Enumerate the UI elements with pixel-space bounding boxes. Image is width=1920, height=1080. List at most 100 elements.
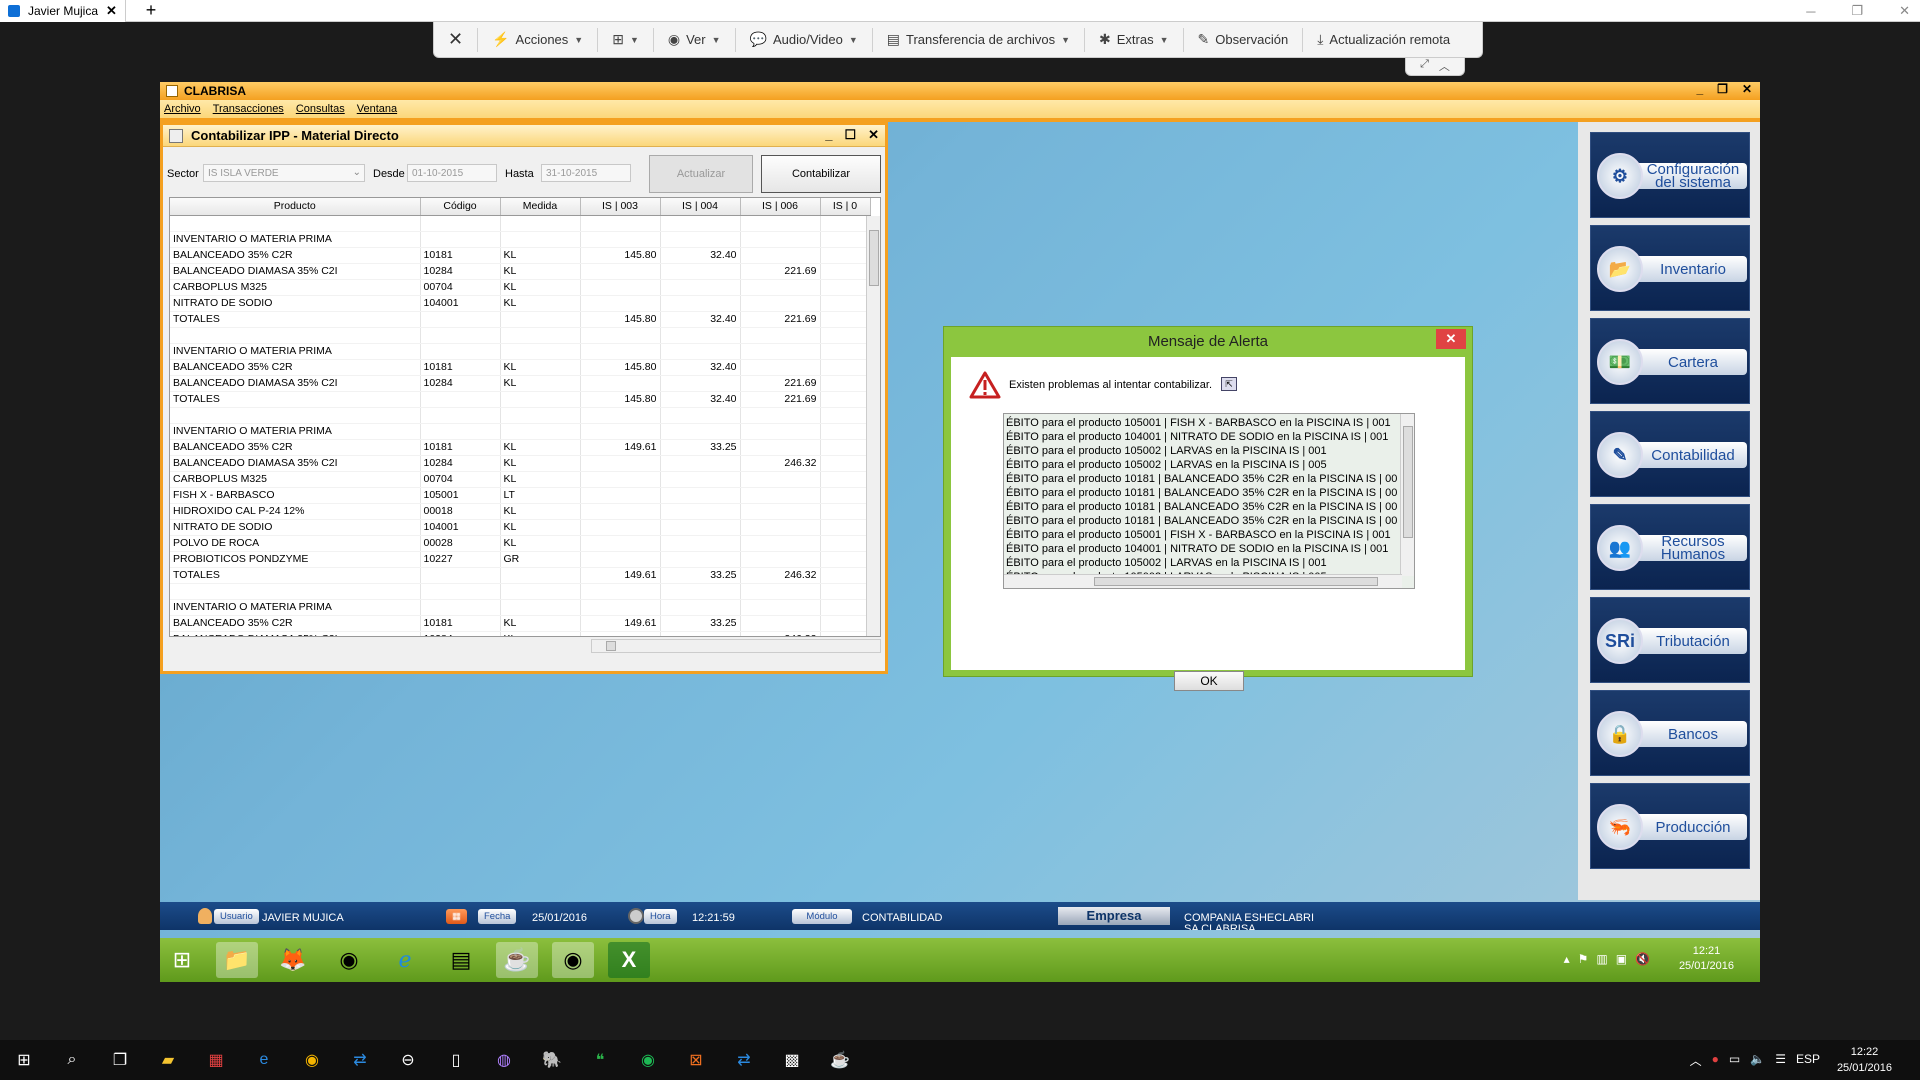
game-icon[interactable]: ▩ — [778, 1046, 806, 1074]
toolbar-item-extras[interactable]: ✱ Extras ▼ — [1085, 27, 1184, 52]
menu-item-ventana[interactable]: Ventana — [357, 103, 397, 115]
table-row[interactable]: FISH X - BARBASCO 105001 LT — [170, 487, 871, 504]
desde-field[interactable]: 01-10-2015 — [407, 164, 497, 182]
table-row[interactable]: BALANCEADO 35% C2R 10181 KL 145.80 32.40 — [170, 247, 871, 264]
module-config[interactable]: Configuración del sistema ⚙ — [1590, 132, 1750, 218]
horizontal-scrollbar[interactable] — [1004, 574, 1402, 588]
close-icon[interactable]: ✕ — [1899, 3, 1910, 19]
table-row[interactable]: TOTALES 149.61 33.25 246.32 — [170, 567, 871, 584]
error-log[interactable]: ÉBITO para el producto 105001 | FISH X -… — [1003, 413, 1415, 589]
tray-expand-icon[interactable]: ︿ — [1690, 1052, 1702, 1069]
sector-select[interactable]: IS ISLA VERDE ⌄ — [203, 164, 365, 182]
collapse-toolbar-icon[interactable]: ︿ — [1439, 58, 1450, 75]
vertical-scrollbar[interactable] — [1400, 414, 1414, 576]
menu-item-archivo[interactable]: Archivo — [164, 103, 201, 115]
start-button[interactable]: ⊞ — [162, 942, 202, 978]
close-icon[interactable]: ✕ — [1436, 329, 1466, 349]
actualizar-button[interactable]: Actualizar — [649, 155, 753, 193]
menu-item-consultas[interactable]: Consultas — [296, 103, 345, 115]
app-icon[interactable]: ◍ — [490, 1046, 518, 1074]
table-row[interactable]: CARBOPLUS M325 00704 KL — [170, 279, 871, 296]
notifications-icon[interactable]: ☰ — [1775, 1052, 1786, 1069]
hasta-field[interactable]: 31-10-2015 — [541, 164, 631, 182]
table-row[interactable]: BALANCEADO DIAMASA 35% C2I10284KL 246.32 — [170, 455, 871, 472]
table-row[interactable]: INVENTARIO O MATERIA PRIMA — [170, 599, 871, 616]
menu-item-transacciones[interactable]: Transacciones — [213, 103, 284, 115]
column-header[interactable]: Código — [420, 198, 501, 216]
toolbar-item-observaci-n[interactable]: ✎ Observación — [1184, 27, 1304, 52]
scroll-thumb[interactable] — [869, 230, 879, 286]
table-row[interactable]: INVENTARIO O MATERIA PRIMA — [170, 423, 871, 440]
chrome-icon[interactable]: ◉ — [298, 1046, 326, 1074]
tray-expand-icon[interactable]: ▴ — [1564, 952, 1570, 966]
module-money[interactable]: Cartera 💵 — [1590, 318, 1750, 404]
hangouts-icon[interactable]: ❝ — [586, 1046, 614, 1074]
edge-icon[interactable]: e — [250, 1046, 278, 1074]
table-row[interactable]: INVENTARIO O MATERIA PRIMA — [170, 343, 871, 360]
java-icon[interactable]: ☕ — [496, 942, 538, 978]
teamviewer-icon[interactable]: ⇄ — [730, 1046, 758, 1074]
table-row[interactable]: TOTALES 145.80 32.40 221.69 — [170, 391, 871, 408]
app-icon[interactable]: ⊖ — [394, 1046, 422, 1074]
network-icon[interactable]: ▥ — [1596, 952, 1607, 966]
column-header[interactable]: IS | 003 — [580, 198, 661, 216]
table-row[interactable]: NITRATO DE SODIO 104001 KL — [170, 519, 871, 536]
chrome-icon[interactable]: ◉ — [552, 942, 594, 978]
maximize-icon[interactable]: ☐ — [844, 127, 856, 143]
table-row[interactable]: BALANCEADO DIAMASA 35% C2I10284KL 246.32 — [170, 631, 871, 636]
table-row[interactable]: POLVO DE ROCA 00028 KL — [170, 535, 871, 552]
column-header[interactable]: Medida — [500, 198, 581, 216]
winrar-icon[interactable]: ▤ — [440, 942, 482, 978]
volume-mute-icon[interactable]: 🔇 — [1635, 952, 1650, 966]
file-explorer-icon[interactable]: 📁 — [216, 942, 258, 978]
firefox-icon[interactable]: 🦊 — [272, 942, 314, 978]
document-icon[interactable]: ▯ — [442, 1046, 470, 1074]
table-row[interactable]: PROBIOTICOS PONDZYME 10227 GR — [170, 551, 871, 568]
scroll-thumb[interactable] — [1094, 577, 1378, 586]
toolbar-item-ver[interactable]: ◉ Ver ▼ — [654, 27, 736, 52]
language-indicator[interactable]: ESP — [1796, 1052, 1820, 1069]
table-row[interactable] — [170, 327, 871, 344]
task-view-icon[interactable]: ❐ — [106, 1046, 134, 1074]
column-header[interactable]: IS | 006 — [740, 198, 821, 216]
module-ledger[interactable]: Contabilidad ✎ — [1590, 411, 1750, 497]
copy-icon[interactable]: ⇱ — [1221, 377, 1237, 391]
table-row[interactable]: BALANCEADO DIAMASA 35% C2I 10284 KL 221.69 — [170, 375, 871, 392]
start-button[interactable]: ⊞ — [10, 1046, 38, 1074]
close-icon[interactable]: ✕ — [1742, 82, 1752, 96]
new-tab-icon[interactable]: + — [140, 0, 162, 22]
vertical-scrollbar[interactable] — [866, 216, 880, 636]
fullscreen-icon[interactable]: ⤢ — [1420, 58, 1429, 75]
table-row[interactable]: INVENTARIO O MATERIA PRIMA — [170, 231, 871, 248]
chrome-icon[interactable]: ◉ — [328, 942, 370, 978]
postgres-icon[interactable]: 🐘 — [538, 1046, 566, 1074]
column-header[interactable]: IS | 0 — [820, 198, 871, 216]
table-row[interactable]: BALANCEADO 35% C2R 10181 KL 149.61 33.25 — [170, 439, 871, 456]
module-people[interactable]: Recursos Humanos 👥 — [1590, 504, 1750, 590]
module-folder[interactable]: Inventario 📂 — [1590, 225, 1750, 311]
table-row[interactable] — [170, 407, 871, 424]
table-row[interactable]: CARBOPLUS M325 00704 KL — [170, 471, 871, 488]
scroll-thumb[interactable] — [606, 641, 616, 651]
horizontal-scrollbar[interactable] — [591, 639, 881, 653]
file-explorer-icon[interactable]: ▰ — [154, 1046, 182, 1074]
remote-clock[interactable]: 12:21 25/01/2016 — [1679, 944, 1734, 974]
minimize-icon[interactable]: _ — [1696, 82, 1703, 96]
store-icon[interactable]: ▦ — [202, 1046, 230, 1074]
close-icon[interactable]: ✕ — [868, 127, 879, 143]
column-header[interactable]: Producto — [170, 198, 421, 216]
monitor-icon[interactable]: ▣ — [1616, 952, 1627, 966]
column-header[interactable]: IS | 004 — [660, 198, 741, 216]
toolbar-item-windows[interactable]: ⊞ ▼ — [598, 27, 654, 52]
scroll-thumb[interactable] — [1403, 426, 1413, 538]
session-tab[interactable]: Javier Mujica ✕ — [0, 0, 126, 22]
antivirus-icon[interactable]: ● — [1712, 1052, 1719, 1069]
table-row[interactable]: TOTALES 145.80 32.40 221.69 — [170, 311, 871, 328]
table-row[interactable]: BALANCEADO 35% C2R 10181 KL 145.80 32.40 — [170, 359, 871, 376]
table-row[interactable] — [170, 215, 871, 232]
ie-icon[interactable]: ℯ — [384, 942, 426, 978]
volume-icon[interactable]: 🔈 — [1750, 1052, 1765, 1069]
close-tab-icon[interactable]: ✕ — [106, 3, 117, 19]
xampp-icon[interactable]: ⊠ — [682, 1046, 710, 1074]
close-session-button[interactable]: ✕ — [434, 27, 479, 52]
